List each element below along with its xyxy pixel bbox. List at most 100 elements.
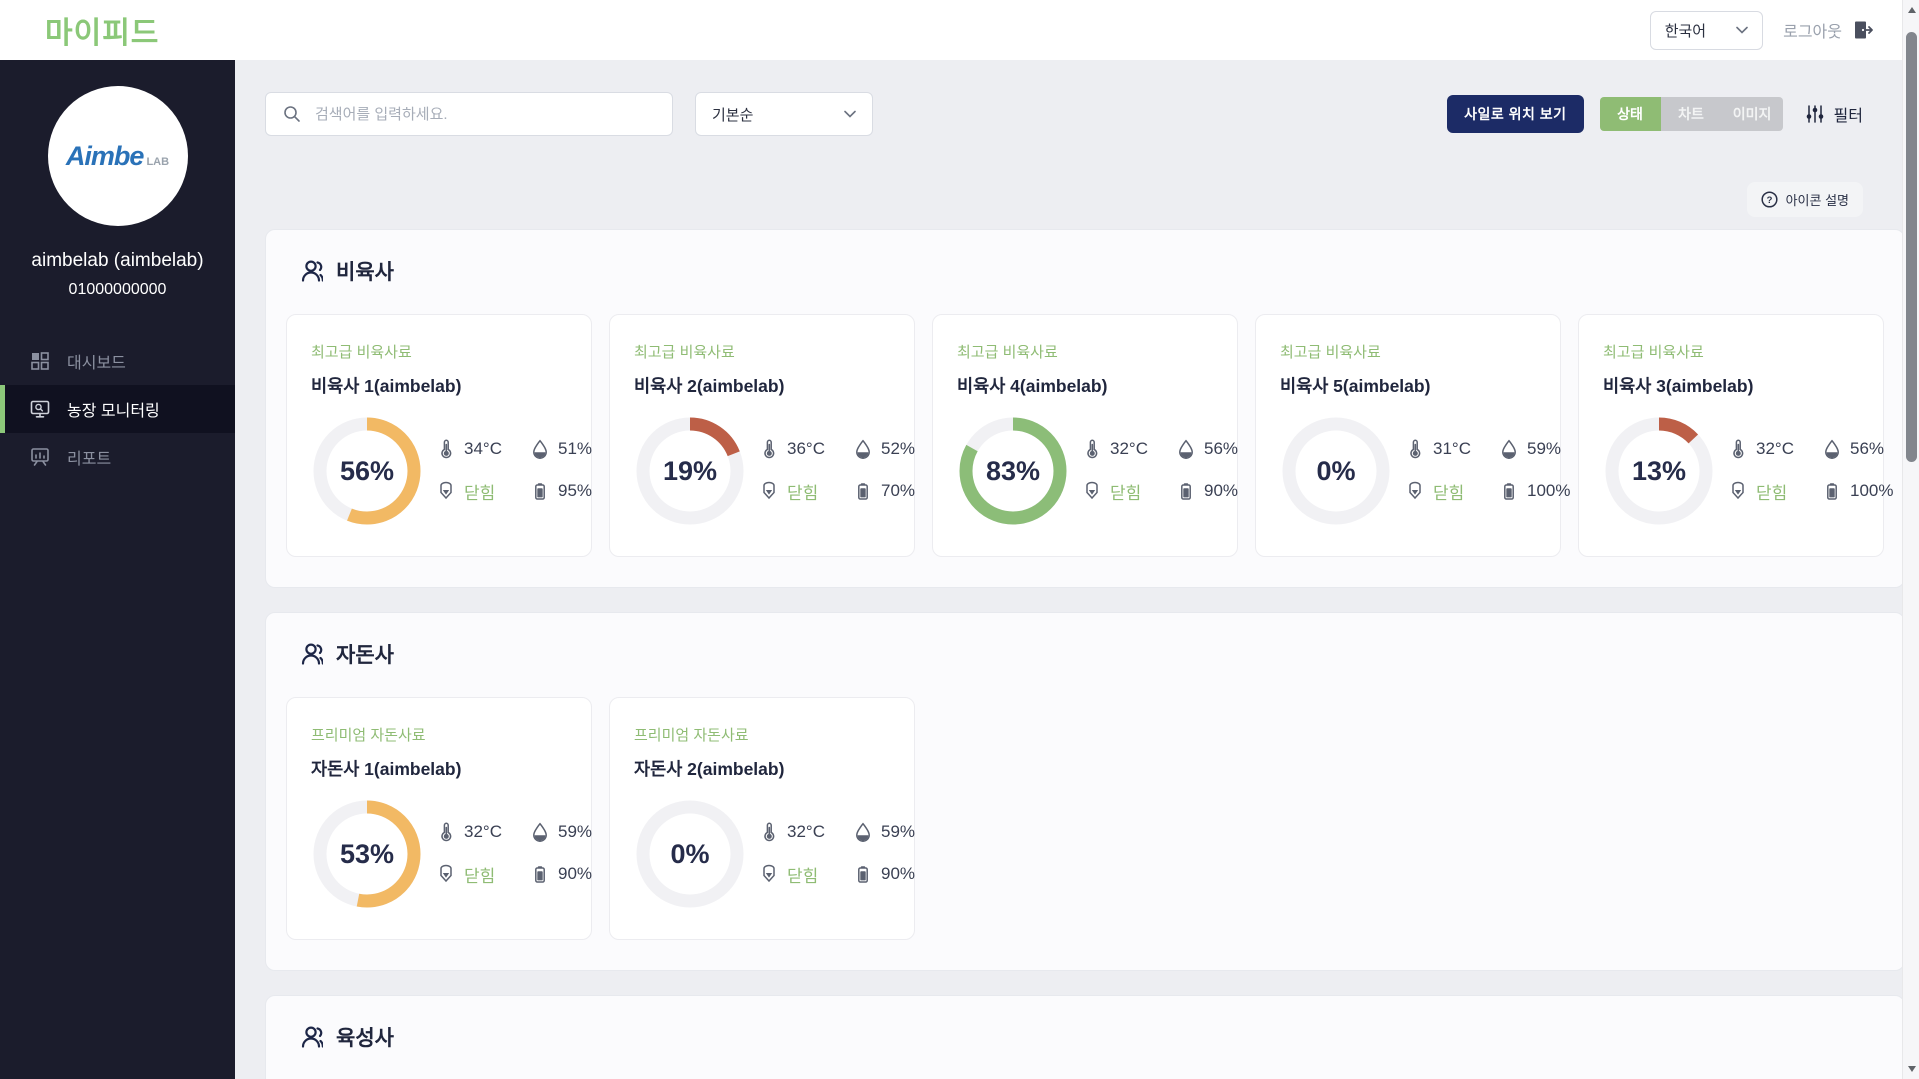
stat-gate-value: 닫힘 xyxy=(464,479,495,504)
section-header: 비육사 xyxy=(286,256,1884,286)
stat-gate-value: 닫힘 xyxy=(1433,479,1464,504)
humidity-drop-icon xyxy=(1176,439,1196,459)
stat-gate: 닫힘 xyxy=(1728,479,1810,504)
stat-humidity-value: 52% xyxy=(881,439,915,459)
sidebar-item-report[interactable]: 리포트 xyxy=(0,433,235,481)
section-비육사: 비육사최고급 비육사료비육사 1(aimbelab)56%34°C51%닫힘95… xyxy=(265,229,1905,588)
main-content: 기본순 사일로 위치 보기 상태차트이미지 필터 xyxy=(235,0,1919,1079)
user-phone: 01000000000 xyxy=(0,281,235,299)
silo-card[interactable]: 프리미엄 자돈사료자돈사 1(aimbelab)53%32°C59%닫힘90% xyxy=(286,697,592,940)
silo-name: 비육사 3(aimbelab) xyxy=(1603,373,1859,398)
chevron-down-icon xyxy=(844,110,856,118)
stat-gate-value: 닫힘 xyxy=(464,862,495,887)
fill-level-percent: 83% xyxy=(957,415,1069,527)
silo-card[interactable]: 프리미엄 자돈사료자돈사 2(aimbelab)0%32°C59%닫힘90% xyxy=(609,697,915,940)
sort-select-value: 기본순 xyxy=(712,104,753,125)
stat-battery: 90% xyxy=(853,862,915,887)
sidebar-item-farm-monitoring[interactable]: 농장 모니터링 xyxy=(0,385,235,433)
fill-level-percent: 19% xyxy=(634,415,746,527)
battery-icon xyxy=(853,481,873,501)
page-scrollbar xyxy=(1902,0,1919,1079)
fill-level-donut: 56% xyxy=(311,415,423,527)
view-toggle-status[interactable]: 상태 xyxy=(1600,97,1661,131)
silo-gate-icon xyxy=(759,864,779,884)
silo-card[interactable]: 최고급 비육사료비육사 5(aimbelab)0%31°C59%닫힘100% xyxy=(1255,314,1561,557)
silo-card[interactable]: 최고급 비육사료비육사 3(aimbelab)13%32°C56%닫힘100% xyxy=(1578,314,1884,557)
silo-gate-icon xyxy=(436,481,456,501)
card-grid: 프리미엄 자돈사료자돈사 1(aimbelab)53%32°C59%닫힘90%프… xyxy=(286,697,1884,940)
battery-icon xyxy=(853,864,873,884)
report-icon xyxy=(29,446,51,468)
view-toggle-image[interactable]: 이미지 xyxy=(1722,97,1783,131)
thermometer-icon xyxy=(759,439,779,459)
sliders-filter-icon xyxy=(1805,104,1825,124)
battery-icon xyxy=(530,481,550,501)
silo-stats: 32°C59%닫힘90% xyxy=(759,822,915,887)
silo-card[interactable]: 최고급 비육사료비육사 1(aimbelab)56%34°C51%닫힘95% xyxy=(286,314,592,557)
silo-gate-icon xyxy=(1728,481,1748,501)
feed-type-label: 프리미엄 자돈사료 xyxy=(311,724,567,745)
language-select[interactable]: 한국어 xyxy=(1650,11,1763,50)
silo-stats: 31°C59%닫힘100% xyxy=(1405,439,1570,504)
stat-gate: 닫힘 xyxy=(759,862,841,887)
silo-gate-icon xyxy=(759,481,779,501)
stat-humidity: 56% xyxy=(1822,439,1893,459)
view-toggle-group: 상태차트이미지 xyxy=(1600,97,1783,131)
silo-stats: 32°C56%닫힘100% xyxy=(1728,439,1893,504)
fill-level-percent: 56% xyxy=(311,415,423,527)
silo-stats: 34°C51%닫힘95% xyxy=(436,439,592,504)
battery-icon xyxy=(1499,481,1519,501)
stat-temperature-value: 36°C xyxy=(787,439,825,459)
scrollbar-down-arrow[interactable] xyxy=(1903,1061,1919,1077)
logout-button[interactable]: 로그아웃 xyxy=(1783,18,1874,42)
stat-gate: 닫힘 xyxy=(759,479,841,504)
sort-select[interactable]: 기본순 xyxy=(695,92,873,136)
silo-card[interactable]: 최고급 비육사료비육사 4(aimbelab)83%32°C56%닫힘90% xyxy=(932,314,1238,557)
feed-type-label: 최고급 비육사료 xyxy=(1603,341,1859,362)
stat-battery-value: 90% xyxy=(1204,481,1238,501)
stat-battery-value: 95% xyxy=(558,481,592,501)
stat-temperature: 32°C xyxy=(1082,439,1164,459)
silo-name: 자돈사 1(aimbelab) xyxy=(311,756,567,781)
svg-text:?: ? xyxy=(1766,195,1772,206)
section-자돈사: 자돈사프리미엄 자돈사료자돈사 1(aimbelab)53%32°C59%닫힘9… xyxy=(265,612,1905,971)
silo-gate-icon xyxy=(436,864,456,884)
stat-temperature: 32°C xyxy=(436,822,518,842)
thermometer-icon xyxy=(1082,439,1102,459)
scrollbar-thumb[interactable] xyxy=(1906,32,1917,462)
sidebar-item-label: 리포트 xyxy=(67,445,111,469)
chevron-down-icon xyxy=(1736,26,1748,34)
filter-button[interactable]: 필터 xyxy=(1805,102,1863,126)
feed-type-label: 최고급 비육사료 xyxy=(957,341,1213,362)
stat-gate: 닫힘 xyxy=(436,479,518,504)
fill-level-donut: 0% xyxy=(634,798,746,910)
view-toggle-chart[interactable]: 차트 xyxy=(1661,97,1722,131)
search-input[interactable] xyxy=(315,106,656,123)
thermometer-icon xyxy=(436,822,456,842)
card-grid: 최고급 비육사료비육사 1(aimbelab)56%34°C51%닫힘95%최고… xyxy=(286,314,1884,557)
stat-humidity-value: 59% xyxy=(1527,439,1561,459)
stat-battery: 100% xyxy=(1499,479,1570,504)
avatar: Aimbe LAB xyxy=(48,86,188,226)
fill-level-donut: 0% xyxy=(1280,415,1392,527)
stat-temperature: 34°C xyxy=(436,439,518,459)
scrollbar-up-arrow[interactable] xyxy=(1903,2,1919,18)
fill-level-donut: 19% xyxy=(634,415,746,527)
silo-name: 비육사 4(aimbelab) xyxy=(957,373,1213,398)
section-header: 육성사 xyxy=(286,1022,1884,1052)
silo-card[interactable]: 최고급 비육사료비육사 2(aimbelab)19%36°C52%닫힘70% xyxy=(609,314,915,557)
filter-label: 필터 xyxy=(1834,102,1863,126)
battery-icon xyxy=(530,864,550,884)
stat-humidity: 56% xyxy=(1176,439,1238,459)
icon-help-button[interactable]: ? 아이콘 설명 xyxy=(1747,182,1863,217)
stat-battery-value: 100% xyxy=(1850,481,1893,501)
dashboard-grid-icon xyxy=(29,350,51,372)
silo-stats: 36°C52%닫힘70% xyxy=(759,439,915,504)
stat-humidity: 59% xyxy=(530,822,592,842)
people-icon xyxy=(296,259,323,283)
sidebar-item-dashboard[interactable]: 대시보드 xyxy=(0,337,235,385)
stat-battery: 95% xyxy=(530,479,592,504)
language-select-value: 한국어 xyxy=(1665,20,1706,41)
silo-location-button[interactable]: 사일로 위치 보기 xyxy=(1447,95,1583,133)
stat-humidity: 59% xyxy=(1499,439,1570,459)
